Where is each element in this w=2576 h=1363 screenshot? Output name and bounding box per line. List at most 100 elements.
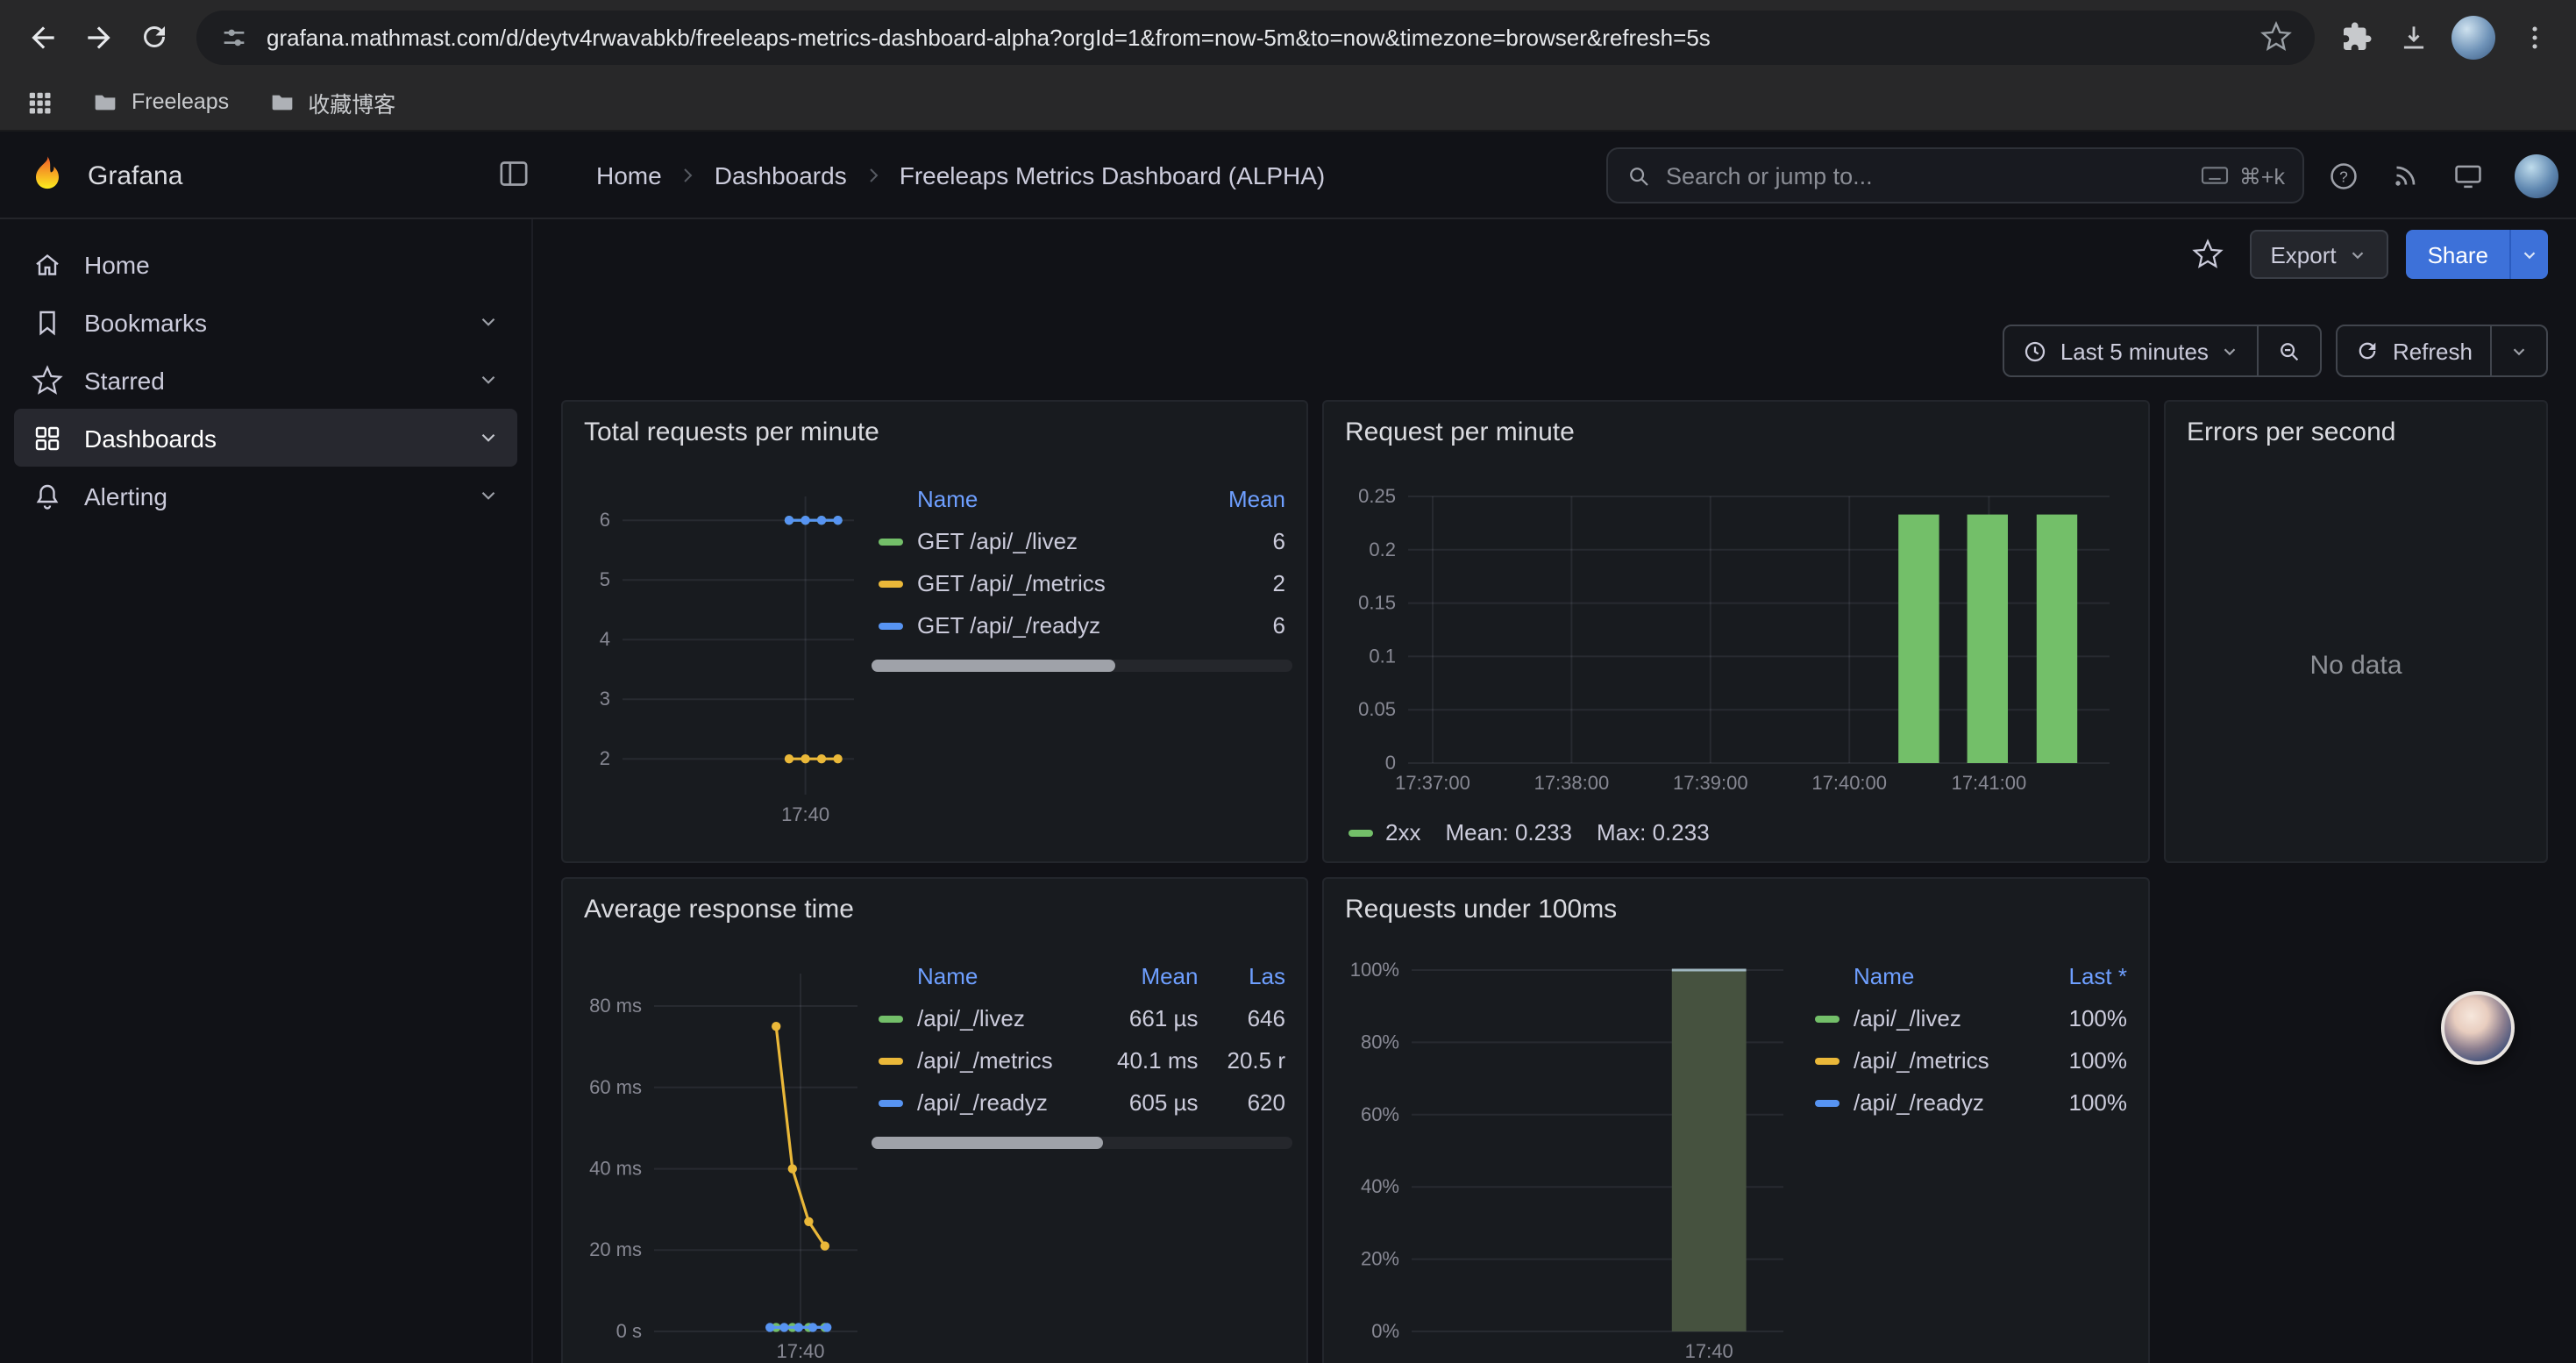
svg-text:40%: 40% — [1361, 1175, 1399, 1197]
svg-text:3: 3 — [600, 688, 610, 710]
sidebar-item-dashboards[interactable]: Dashboards — [14, 409, 517, 467]
rss-icon[interactable] — [2390, 160, 2422, 191]
legend-row[interactable]: /api/_/metrics40.1 ms20.5 r — [872, 1038, 1292, 1081]
search-shortcut: ⌘+k — [2201, 162, 2285, 189]
url-bar[interactable]: grafana.mathmast.com/d/deytv4rwavabkb/fr… — [196, 10, 2315, 64]
refresh-button[interactable]: Refresh — [2338, 326, 2490, 375]
panel-title[interactable]: Requests under 100ms — [1345, 895, 1617, 924]
series-color-icon — [1815, 1100, 1839, 1107]
legend-item[interactable]: 2xxMean: 0.233Max: 0.233 — [1348, 819, 1710, 846]
legend-scrollbar[interactable] — [872, 1137, 1292, 1149]
legend-row[interactable]: GET /api/_/metrics2 — [872, 561, 1292, 603]
floating-assistant-avatar[interactable] — [2441, 991, 2515, 1065]
svg-text:80 ms: 80 ms — [589, 995, 642, 1017]
bookmark-item-freeleaps[interactable]: Freeleaps — [91, 88, 229, 116]
legend-row[interactable]: /api/_/readyz100% — [1808, 1081, 2134, 1123]
legend-scrollbar[interactable] — [872, 660, 1292, 672]
browser-toolbar: grafana.mathmast.com/d/deytv4rwavabkb/fr… — [0, 0, 2576, 74]
legend-row[interactable]: GET /api/_/livez6 — [872, 519, 1292, 561]
panel-title[interactable]: Errors per second — [2187, 417, 2395, 447]
legend-row[interactable]: /api/_/livez100% — [1808, 996, 2134, 1038]
zoom-out-button[interactable] — [2259, 326, 2321, 375]
refresh-interval-button[interactable] — [2492, 326, 2546, 375]
bell-icon — [32, 480, 63, 511]
share-menu-button[interactable] — [2509, 230, 2548, 279]
share-button[interactable]: Share — [2407, 230, 2509, 279]
timeseries-chart[interactable]: 6543217:40 — [577, 479, 872, 847]
panel-title[interactable]: Average response time — [584, 895, 854, 924]
legend-row[interactable]: /api/_/metrics100% — [1808, 1038, 2134, 1081]
series-color-icon — [879, 623, 903, 630]
svg-text:20%: 20% — [1361, 1248, 1399, 1270]
chart-canvas[interactable]: 0.250.20.150.10.05017:37:0017:38:0017:39… — [1338, 479, 2131, 823]
svg-text:0.1: 0.1 — [1369, 645, 1396, 667]
sidebar: Home Bookmarks Starred Dashboards Alerti… — [0, 219, 533, 1363]
svg-text:0: 0 — [1385, 752, 1396, 774]
extensions-button[interactable] — [2329, 9, 2385, 65]
bookmark-icon — [32, 306, 63, 338]
chevron-down-icon[interactable] — [477, 484, 500, 507]
legend-row[interactable]: /api/_/readyz605 µs620 — [872, 1081, 1292, 1123]
svg-text:17:41:00: 17:41:00 — [1952, 772, 2027, 794]
sidebar-toggle-icon[interactable] — [496, 156, 531, 191]
chevron-down-icon — [2509, 341, 2529, 360]
sidebar-item-starred[interactable]: Starred — [14, 351, 517, 409]
search-input[interactable] — [1666, 162, 2187, 189]
chevron-down-icon[interactable] — [477, 310, 500, 333]
back-button[interactable] — [14, 9, 70, 65]
downloads-button[interactable] — [2385, 9, 2441, 65]
legend-row[interactable]: GET /api/_/readyz6 — [872, 603, 1292, 646]
browser-profile-avatar[interactable] — [2451, 15, 2495, 59]
breadcrumb-home[interactable]: Home — [596, 161, 662, 189]
svg-text:17:39:00: 17:39:00 — [1673, 772, 1748, 794]
time-range-picker[interactable]: Last 5 minutes — [2004, 326, 2258, 375]
legend-column-header[interactable]: Las — [1206, 956, 1293, 996]
panel-request-per-minute: Request per minute 0.250.20.150.10.05017… — [1322, 400, 2150, 863]
chevron-down-icon[interactable] — [477, 426, 500, 449]
series-color-icon — [879, 1100, 903, 1107]
svg-text:2: 2 — [600, 747, 610, 769]
monitor-icon[interactable] — [2451, 159, 2485, 192]
legend-row[interactable]: /api/_/livez661 µs646 — [872, 996, 1292, 1038]
sidebar-item-home[interactable]: Home — [14, 235, 517, 293]
legend-column-header[interactable]: Last * — [2040, 956, 2134, 996]
apps-grid-icon[interactable] — [26, 89, 53, 115]
dashboard-actions: Export Share — [2182, 230, 2548, 279]
legend-column-header[interactable]: Name — [1847, 956, 2040, 996]
bookmark-item-blog[interactable]: 收藏博客 — [267, 85, 395, 118]
browser-menu-button[interactable] — [2506, 9, 2562, 65]
reload-button[interactable] — [126, 9, 182, 65]
legend-column-header[interactable]: Name — [910, 956, 1091, 996]
breadcrumb-dashboards[interactable]: Dashboards — [715, 161, 847, 189]
legend-column-header[interactable]: Mean — [1193, 479, 1292, 519]
bar-chart[interactable]: 100%80%60%40%20%0%17:40 — [1338, 956, 1801, 1363]
grafana-brand-name: Grafana — [88, 161, 182, 190]
panel-title[interactable]: Request per minute — [1345, 417, 1575, 447]
chart-canvas[interactable]: 6543217:40 — [577, 479, 872, 847]
url-text[interactable]: grafana.mathmast.com/d/deytv4rwavabkb/fr… — [267, 24, 2243, 50]
svg-text:0 s: 0 s — [616, 1320, 642, 1342]
clock-icon — [2022, 338, 2048, 364]
search-box[interactable]: ⌘+k — [1606, 147, 2304, 203]
sidebar-item-alerting[interactable]: Alerting — [14, 467, 517, 525]
bar-chart[interactable]: 0.250.20.150.10.05017:37:0017:38:0017:39… — [1338, 479, 2131, 823]
site-settings-icon[interactable] — [219, 22, 249, 52]
chart-canvas[interactable]: 80 ms60 ms40 ms20 ms0 s17:40 — [577, 956, 872, 1363]
chart-canvas[interactable]: 100%80%60%40%20%0%17:40 — [1338, 956, 1801, 1363]
help-icon[interactable]: ? — [2327, 159, 2360, 192]
legend-column-header[interactable]: Mean — [1091, 956, 1206, 996]
grafana-brand[interactable]: Grafana — [25, 132, 182, 219]
chevron-down-icon[interactable] — [477, 368, 500, 391]
time-picker-group: Last 5 minutes — [2003, 325, 2323, 377]
timeseries-chart[interactable]: 80 ms60 ms40 ms20 ms0 s17:40 — [577, 956, 872, 1363]
panel-title[interactable]: Total requests per minute — [584, 417, 879, 447]
bookmark-star-icon[interactable] — [2260, 21, 2292, 53]
favorite-dashboard-button[interactable] — [2182, 230, 2231, 279]
forward-button[interactable] — [70, 9, 126, 65]
export-button[interactable]: Export — [2249, 230, 2388, 279]
user-avatar[interactable] — [2515, 153, 2558, 197]
svg-text:60%: 60% — [1361, 1103, 1399, 1125]
svg-text:17:40: 17:40 — [776, 1340, 824, 1362]
sidebar-item-bookmarks[interactable]: Bookmarks — [14, 293, 517, 351]
legend-column-header[interactable]: Name — [910, 479, 1193, 519]
